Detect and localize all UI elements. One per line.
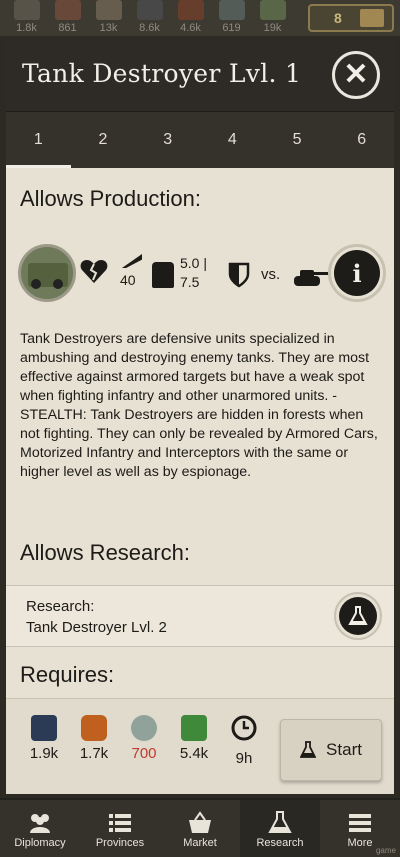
resource-fuel[interactable]: 4.6k: [170, 0, 211, 36]
tab-level-2[interactable]: 2: [71, 112, 136, 168]
allows-research-heading: Allows Research:: [20, 540, 190, 565]
attack-value: 40: [120, 272, 136, 288]
resource-supplies[interactable]: 13k: [88, 0, 129, 36]
unit-avatar[interactable]: [18, 244, 76, 302]
speed-wing-icon: [122, 254, 142, 268]
bottom-navigation: Diplomacy Provinces Market Research More…: [0, 798, 400, 857]
close-icon: ✕: [343, 58, 369, 91]
tab-level-1[interactable]: 1: [6, 112, 71, 168]
rare-materials-icon: [219, 0, 245, 20]
divider: [6, 646, 394, 647]
info-icon: i: [334, 250, 380, 296]
flask-icon: [300, 741, 317, 758]
nav-label: Market: [183, 837, 217, 849]
broken-heart-icon: [80, 260, 108, 283]
diplomacy-icon: [30, 814, 50, 833]
dialog-header: Tank Destroyer Lvl. 1 ✕: [6, 36, 394, 112]
provinces-list-icon: [109, 814, 131, 832]
resource-manpower[interactable]: 1.8k: [6, 0, 47, 36]
resource-rare-materials[interactable]: 619: [211, 0, 252, 36]
cost-rare-materials: 700: [122, 715, 166, 762]
rare-materials-icon: [131, 715, 157, 741]
money-icon: [260, 0, 286, 20]
cost-bar: 1.9k 1.7k 700 5.4k 9h Start: [6, 698, 394, 794]
flask-icon: [339, 597, 377, 635]
research-item-row[interactable]: Research: Tank Destroyer Lvl. 2: [6, 586, 394, 646]
market-basket-icon: [189, 811, 211, 833]
nav-research[interactable]: Research: [240, 800, 320, 857]
unit-stats-row: 40 5.0 | 7.5 vs. i: [6, 238, 394, 306]
allows-production-heading: Allows Production:: [20, 186, 201, 211]
versus-label: vs.: [261, 266, 281, 283]
gold-balance-button[interactable]: 8: [308, 4, 394, 32]
research-item-name: Tank Destroyer Lvl. 2: [26, 619, 167, 636]
clock-icon: [231, 715, 257, 741]
detail-panel: Allows Production: 40 5.0 | 7.5 vs. i Ta…: [6, 168, 394, 698]
nav-market[interactable]: Market: [160, 800, 240, 857]
tab-level-6[interactable]: 6: [329, 112, 394, 168]
unit-description: Tank Destroyers are defensive units spec…: [20, 331, 378, 480]
nav-diplomacy[interactable]: Diplomacy: [0, 800, 80, 857]
supplies-icon: [96, 0, 122, 20]
resource-steel[interactable]: 8.6k: [129, 0, 170, 36]
shield-icon: [228, 262, 250, 288]
menu-icon: [349, 814, 371, 832]
cost-time: 9h: [222, 715, 266, 767]
steel-beam-icon: [31, 715, 57, 741]
gold-amount: 8: [334, 10, 342, 26]
tab-level-3[interactable]: 3: [135, 112, 200, 168]
start-research-button[interactable]: Start: [280, 719, 382, 781]
resource-money[interactable]: 19k: [252, 0, 293, 36]
research-flask-button[interactable]: [334, 592, 382, 640]
nav-label: More: [347, 837, 373, 849]
cost-steel: 1.9k: [22, 715, 66, 762]
level-tabs: 1 2 3 4 5 6: [6, 112, 394, 168]
manpower-icon: [14, 0, 40, 20]
wheel-icon: [31, 279, 41, 289]
nav-label: Provinces: [95, 837, 145, 849]
fuel-icon: [178, 0, 204, 20]
info-button[interactable]: i: [328, 244, 386, 302]
start-label: Start: [326, 740, 362, 759]
requires-heading: Requires:: [20, 662, 115, 687]
gold-bars-icon: [360, 9, 384, 27]
tab-level-4[interactable]: 4: [200, 112, 265, 168]
fist-strength-icon: [152, 262, 174, 288]
cost-money: 5.4k: [172, 715, 216, 762]
money-icon: [181, 715, 207, 741]
tab-level-5[interactable]: 5: [265, 112, 330, 168]
steel-icon: [137, 0, 163, 20]
nav-provinces[interactable]: Provinces: [80, 800, 160, 857]
watermark: game: [375, 846, 396, 855]
oil-barrel-icon: [81, 715, 107, 741]
cost-oil: 1.7k: [72, 715, 116, 762]
strength-value: 5.0 | 7.5: [180, 255, 207, 290]
page-title: Tank Destroyer Lvl. 1: [22, 59, 302, 88]
oil-barrel-icon: [55, 0, 81, 20]
research-caption: Research:: [26, 598, 95, 615]
research-flask-icon: [268, 811, 292, 833]
wheel-icon: [53, 279, 63, 289]
resource-bar: 1.8k 861 13k 8.6k 4.6k 619 19k 8: [0, 0, 400, 36]
enemy-tank-icon: [294, 270, 330, 286]
nav-label: Diplomacy: [14, 837, 66, 849]
resource-oil[interactable]: 861: [47, 0, 88, 36]
nav-label: Research: [256, 837, 304, 849]
research-label: Research: Tank Destroyer Lvl. 2: [26, 596, 167, 638]
close-button[interactable]: ✕: [332, 51, 380, 99]
